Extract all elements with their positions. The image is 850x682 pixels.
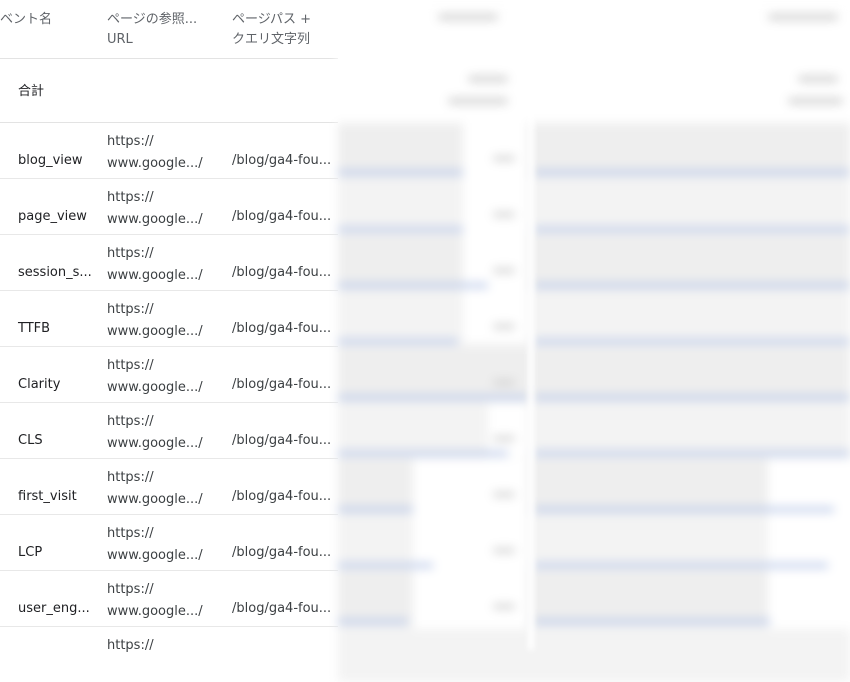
blurred-row [338,627,850,682]
blurred-bar [338,619,408,624]
blurred-bar [534,395,850,400]
event-name-cell: TTFB [18,321,51,336]
column-header-event-name[interactable]: ベント名 [0,10,52,30]
blurred-bar [534,339,850,344]
blurred-text [493,548,515,553]
blurred-bar [338,170,463,175]
table-row[interactable]: session_s... https:// www.google.../ /bl… [0,235,338,291]
blurred-text [493,492,515,497]
table-row[interactable]: LCP https:// www.google.../ /blog/ga4-fo… [0,515,338,571]
blurred-row [338,235,850,290]
blurred-cell [488,403,528,458]
event-name-cell: first_visit [18,489,77,504]
page-path-cell: /blog/ga4-fou... [232,433,332,448]
event-name-cell: LCP [18,545,43,560]
blurred-row [338,179,850,234]
referrer-url-cell: https:// www.google.../ [107,414,203,451]
page-path-cell: /blog/ga4-fou... [232,153,332,168]
blurred-metrics-area [338,0,850,682]
blurred-bar [338,507,413,512]
page-path-cell: /blog/ga4-fou... [232,321,332,336]
total-label: 合計 [18,84,45,99]
blurred-text [493,156,515,161]
blurred-text [448,98,508,104]
blurred-bar [534,451,850,456]
table-row[interactable]: page_view https:// www.google.../ /blog/… [0,179,338,235]
table-row[interactable]: Clarity https:// www.google.../ /blog/ga… [0,347,338,403]
page-path-cell: /blog/ga4-fou... [232,377,332,392]
event-name-cell: CLS [18,433,43,448]
table-row[interactable]: CLS https:// www.google.../ /blog/ga4-fo… [0,403,338,459]
blurred-text [788,98,843,104]
column-divider [528,0,534,650]
blurred-text [493,604,515,609]
referrer-url-cell: https:// www.google.../ [107,134,203,171]
blurred-bar [338,227,463,232]
page-path-cell: /blog/ga4-fou... [232,489,332,504]
event-name-cell: blog_view [18,153,83,168]
blurred-bar [534,619,770,624]
blurred-text [468,76,508,82]
blurred-bar [534,227,850,232]
blurred-row [338,291,850,346]
referrer-url-cell: https:// www.google.../ [107,190,203,227]
referrer-url-cell: https:// www.google.../ [107,582,203,619]
event-name-cell: user_eng... [18,601,90,616]
blurred-bar [534,283,850,288]
page-path-cell: /blog/ga4-fou... [232,209,332,224]
table-row[interactable]: TTFB https:// www.google.../ /blog/ga4-f… [0,291,338,347]
blurred-text [493,380,515,385]
event-name-cell: session_s... [18,265,92,280]
blurred-bar [338,395,528,400]
total-row: 合計 [0,58,338,123]
table-row[interactable]: first_visit https:// www.google.../ /blo… [0,459,338,515]
blurred-bar [338,451,508,456]
blurred-cell [768,459,850,629]
referrer-url-cell: https:// [107,638,154,653]
page-path-cell: /blog/ga4-fou... [232,265,332,280]
referrer-url-cell: https:// www.google.../ [107,246,203,283]
referrer-url-cell: https:// www.google.../ [107,526,203,563]
event-name-cell: Clarity [18,377,61,392]
referrer-url-cell: https:// www.google.../ [107,470,203,507]
blurred-text [493,212,515,217]
column-header-page-referrer[interactable]: ページの参照... URL [107,10,197,50]
table-row[interactable]: user_eng... https:// www.google.../ /blo… [0,571,338,627]
blurred-text [768,14,838,20]
referrer-url-cell: https:// www.google.../ [107,302,203,339]
table-row[interactable]: https:// [0,627,338,682]
page-path-cell: /blog/ga4-fou... [232,601,332,616]
report-table: ベント名 ページの参照... URL ページパス + クエリ文字列 合計 blo… [0,0,338,653]
blurred-row [338,347,850,402]
blurred-text [493,324,515,329]
table-header: ベント名 ページの参照... URL ページパス + クエリ文字列 [0,0,338,59]
column-header-page-path[interactable]: ページパス + クエリ文字列 [232,10,311,50]
blurred-text [493,268,515,273]
event-name-cell: page_view [18,209,87,224]
blurred-bar [534,563,828,568]
referrer-url-cell: https:// www.google.../ [107,358,203,395]
table-row[interactable]: blog_view https:// www.google.../ /blog/… [0,123,338,179]
blurred-text [493,436,515,441]
blurred-bar [338,283,488,288]
blurred-bar [338,563,433,568]
blurred-bar [534,170,850,175]
blurred-bar [534,507,834,512]
page-path-cell: /blog/ga4-fou... [232,545,332,560]
blurred-text [438,14,498,20]
blurred-row [338,403,850,458]
blurred-bar [338,339,458,344]
blurred-text [798,76,838,82]
